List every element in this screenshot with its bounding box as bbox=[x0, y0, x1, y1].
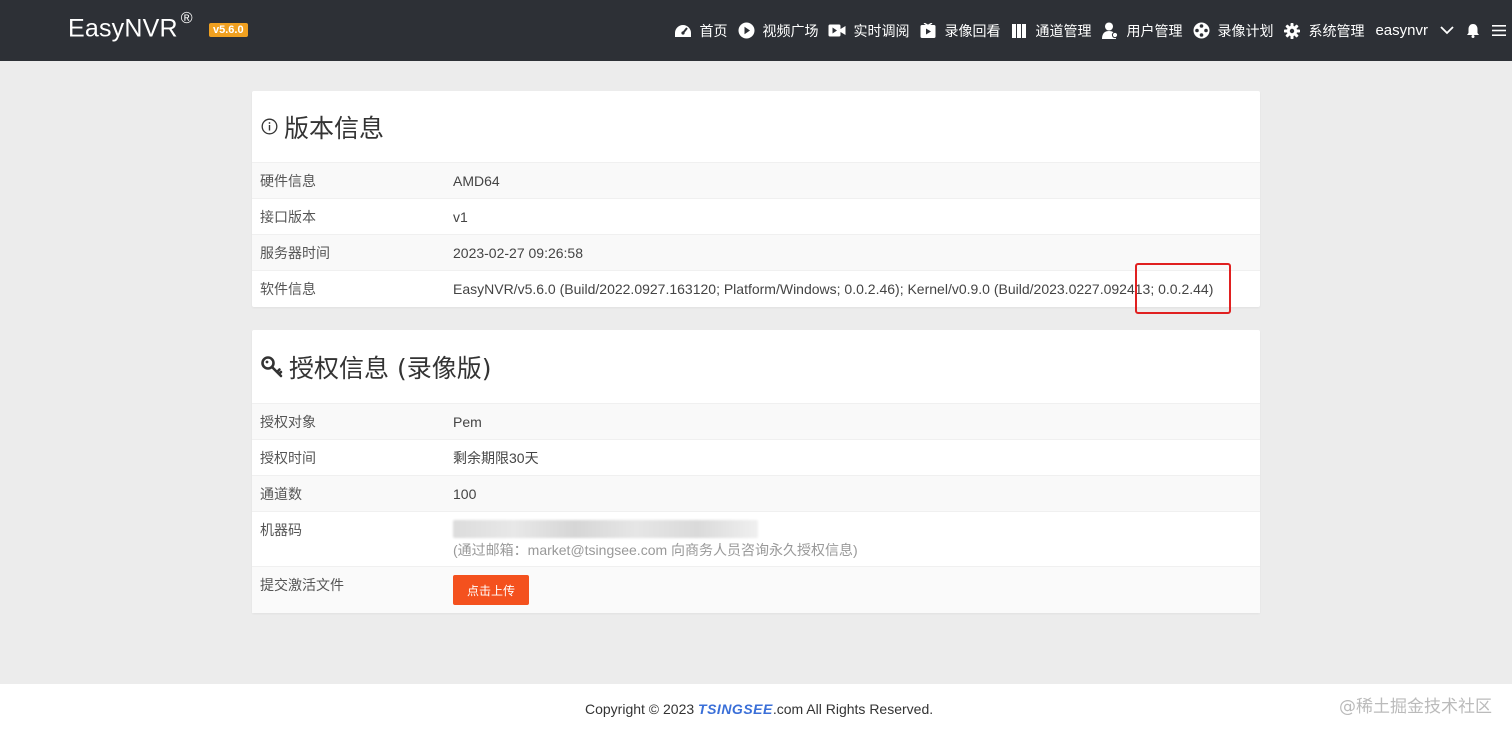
username: easynvr bbox=[1375, 22, 1428, 39]
license-info-list: 授权对象 Pem 授权时间 剩余期限30天 通道数 100 机器码 (通过邮箱：… bbox=[252, 404, 1260, 613]
play-circle-icon bbox=[737, 22, 755, 40]
user-menu[interactable]: easynvr bbox=[1369, 0, 1460, 61]
info-circle-icon bbox=[261, 118, 278, 135]
nav-channel-management[interactable]: 通道管理 bbox=[1005, 0, 1096, 61]
machine-code-row: 机器码 (通过邮箱：market@tsingsee.com 向商务人员咨询永久授… bbox=[252, 512, 1260, 567]
table-row: 授权对象 Pem bbox=[252, 404, 1260, 440]
copyright-text: Copyright © 2023 TSINGSEE.com All Rights… bbox=[585, 701, 933, 717]
brand-logo[interactable]: EasyNVR ® bbox=[68, 10, 193, 43]
panel-title-text: 版本信息 bbox=[284, 113, 385, 143]
table-row: 软件信息 EasyNVR/v5.6.0 (Build/2022.0927.163… bbox=[252, 271, 1260, 307]
nav-system-management[interactable]: 系统管理 bbox=[1278, 0, 1369, 61]
machine-code-value: (通过邮箱：market@tsingsee.com 向商务人员咨询永久授权信息) bbox=[453, 520, 858, 560]
nav-recording-plan[interactable]: 录像计划 bbox=[1187, 0, 1278, 61]
nav-label: 首页 bbox=[699, 23, 728, 40]
row-value: 100 bbox=[453, 485, 477, 502]
version-info-title: 版本信息 bbox=[252, 91, 1260, 163]
columns-icon bbox=[1010, 22, 1028, 40]
nav-label: 系统管理 bbox=[1308, 23, 1365, 40]
row-value: AMD64 bbox=[453, 172, 500, 189]
row-label: 授权对象 bbox=[260, 414, 316, 431]
row-label: 机器码 bbox=[260, 523, 302, 539]
row-label: 硬件信息 bbox=[260, 173, 316, 190]
notification-button[interactable] bbox=[1460, 0, 1486, 61]
annotation-highlight-box bbox=[1135, 263, 1231, 314]
table-row: 通道数 100 bbox=[252, 476, 1260, 512]
copyright-suffix: .com All Rights Reserved. bbox=[772, 701, 934, 717]
tsingsee-link[interactable]: TSINGSEE bbox=[698, 701, 773, 717]
brand-name: EasyNVR bbox=[68, 14, 178, 43]
play-box-icon bbox=[919, 22, 937, 40]
nav-label: 录像计划 bbox=[1217, 23, 1274, 40]
table-row: 硬件信息 AMD64 bbox=[252, 163, 1260, 199]
chevron-down-icon bbox=[1440, 26, 1454, 35]
film-reel-icon bbox=[1192, 22, 1210, 40]
panel-title-text: 授权信息 (录像版) bbox=[289, 353, 492, 383]
row-value: EasyNVR/v5.6.0 (Build/2022.0927.163120; … bbox=[453, 281, 1214, 297]
row-label: 接口版本 bbox=[260, 209, 316, 226]
key-icon bbox=[261, 355, 283, 378]
nav-video-square[interactable]: 视频广场 bbox=[732, 0, 823, 61]
row-label: 软件信息 bbox=[260, 282, 316, 298]
upload-value: 点击上传 bbox=[453, 575, 530, 605]
gear-icon bbox=[1283, 22, 1301, 40]
nav-home[interactable]: 首页 bbox=[669, 0, 732, 61]
hamburger-icon bbox=[1492, 24, 1506, 37]
nav-label: 录像回看 bbox=[944, 23, 1001, 40]
menu-button[interactable] bbox=[1486, 0, 1512, 61]
nav-playback[interactable]: 录像回看 bbox=[914, 0, 1005, 61]
user-icon bbox=[1101, 22, 1119, 40]
row-label: 授权时间 bbox=[260, 450, 316, 467]
copyright-prefix: Copyright © 2023 bbox=[585, 701, 699, 717]
video-camera-icon bbox=[828, 22, 846, 40]
table-row: 授权时间 剩余期限30天 bbox=[252, 440, 1260, 476]
row-value: Pem bbox=[453, 413, 482, 430]
row-value: 2023-02-27 09:26:58 bbox=[453, 244, 583, 261]
license-info-panel: 授权信息 (录像版) 授权对象 Pem 授权时间 剩余期限30天 通道数 100… bbox=[252, 330, 1260, 613]
row-label: 服务器时间 bbox=[260, 245, 330, 262]
nav-label: 实时调阅 bbox=[853, 23, 910, 40]
dashboard-icon bbox=[674, 22, 692, 40]
table-row: 服务器时间 2023-02-27 09:26:58 bbox=[252, 235, 1260, 271]
version-badge: v5.6.0 bbox=[209, 23, 248, 37]
row-value: 剩余期限30天 bbox=[453, 449, 539, 466]
registered-mark: ® bbox=[180, 10, 193, 27]
upload-button[interactable]: 点击上传 bbox=[453, 575, 530, 605]
footer: Copyright © 2023 TSINGSEE.com All Rights… bbox=[0, 684, 1512, 734]
nav-user-management[interactable]: 用户管理 bbox=[1096, 0, 1187, 61]
nav-label: 用户管理 bbox=[1126, 23, 1183, 40]
version-info-list: 硬件信息 AMD64 接口版本 v1 服务器时间 2023-02-27 09:2… bbox=[252, 163, 1260, 307]
upload-row: 提交激活文件 点击上传 bbox=[252, 567, 1260, 613]
contact-hint: (通过邮箱：market@tsingsee.com 向商务人员咨询永久授权信息) bbox=[453, 542, 858, 558]
nav-label: 通道管理 bbox=[1035, 23, 1092, 40]
table-row: 接口版本 v1 bbox=[252, 199, 1260, 235]
row-label: 通道数 bbox=[260, 486, 302, 503]
row-label: 提交激活文件 bbox=[260, 578, 344, 594]
bell-icon bbox=[1466, 23, 1480, 38]
watermark: @稀土掘金技术社区 bbox=[1339, 697, 1492, 717]
row-value: v1 bbox=[453, 208, 468, 225]
nav-live-view[interactable]: 实时调阅 bbox=[823, 0, 914, 61]
main-nav: 首页 视频广场 实时调阅 录像回看 通道管理 用户管理 录像计划 系统管理 ea… bbox=[669, 0, 1512, 61]
license-info-title: 授权信息 (录像版) bbox=[252, 330, 1260, 404]
top-navbar: EasyNVR ® v5.6.0 首页 视频广场 实时调阅 录像回看 通道管理 … bbox=[0, 0, 1512, 61]
version-info-panel: 版本信息 硬件信息 AMD64 接口版本 v1 服务器时间 2023-02-27… bbox=[252, 91, 1260, 307]
machine-code-redacted bbox=[453, 520, 758, 538]
nav-label: 视频广场 bbox=[762, 23, 819, 40]
